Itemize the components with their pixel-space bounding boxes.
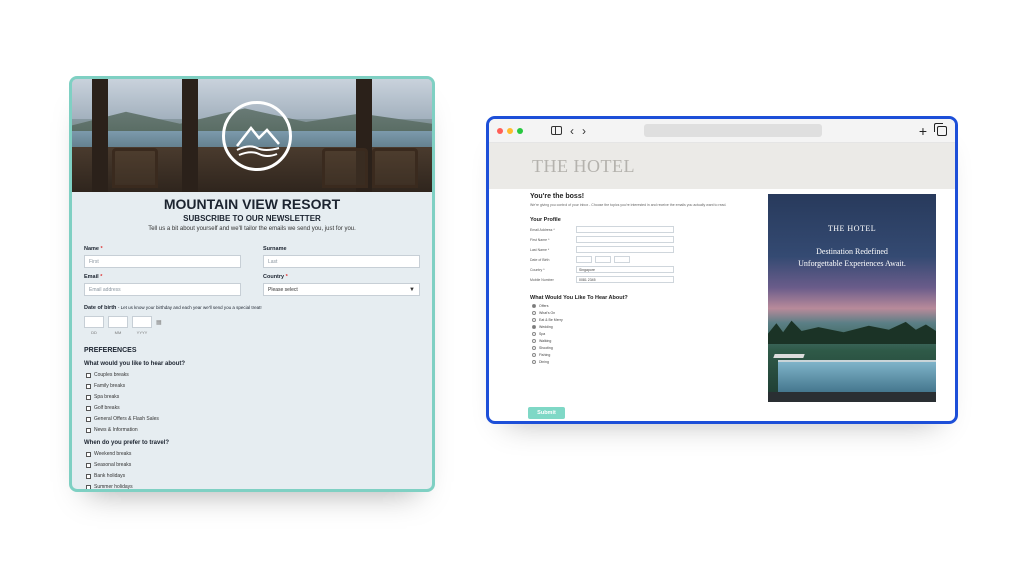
dob-label: Date of Birth bbox=[530, 257, 550, 262]
dob-day-input[interactable] bbox=[576, 256, 592, 263]
dob-row: Date of Birth bbox=[530, 256, 730, 263]
hero-image bbox=[72, 79, 432, 192]
preferences-form: You're the boss! We're giving you contro… bbox=[530, 193, 730, 364]
new-tab-button[interactable]: + bbox=[919, 123, 927, 139]
dob-hints: DD MM YYYY bbox=[84, 330, 420, 335]
dob-year-hint: YYYY bbox=[136, 330, 148, 335]
checkbox-couples-breaks[interactable]: Couples breaks bbox=[84, 372, 420, 378]
hear-options: Couples breaks Family breaks Spa breaks … bbox=[84, 372, 420, 433]
dob-day-input[interactable] bbox=[84, 316, 104, 328]
stage: MOUNTAIN VIEW RESORT SUBSCRIBE TO OUR NE… bbox=[0, 0, 1024, 576]
email-row: Email Address * bbox=[530, 226, 730, 233]
hear-options: Offers What's On Eat & Be Merry Wedding … bbox=[530, 304, 730, 364]
form-intro: We're giving you control of your inbox -… bbox=[530, 203, 727, 207]
mobile-input[interactable]: 0081 2345 bbox=[576, 276, 674, 283]
checkbox-summer-holidays[interactable]: Summer holidays bbox=[84, 484, 420, 489]
hotel-body: You're the boss! We're giving you contro… bbox=[489, 189, 955, 421]
travel-options: Weekend breaks Seasonal breaks Bank holi… bbox=[84, 451, 420, 489]
last-name-row: Last Name * bbox=[530, 246, 730, 253]
hotel-header: THE HOTEL bbox=[489, 143, 955, 189]
promo-subheadline: Unforgettable Experiences Await. bbox=[798, 259, 906, 268]
checkbox-seasonal-breaks[interactable]: Seasonal breaks bbox=[84, 462, 420, 468]
option-offers[interactable]: Offers bbox=[530, 304, 730, 308]
option-spa[interactable]: Spa bbox=[530, 332, 730, 336]
checkbox-family-breaks[interactable]: Family breaks bbox=[84, 383, 420, 389]
email-field[interactable]: Email address bbox=[84, 283, 241, 296]
option-whats-on[interactable]: What's On bbox=[530, 311, 730, 315]
option-walking[interactable]: Walking bbox=[530, 339, 730, 343]
last-name-input[interactable] bbox=[576, 246, 674, 253]
newsletter-form: Name * First Surname Last Email * Email … bbox=[72, 232, 432, 489]
option-fishing[interactable]: Fishing bbox=[530, 353, 730, 357]
profile-heading: Your Profile bbox=[530, 217, 561, 223]
hear-question: What would you like to hear about? bbox=[84, 361, 186, 367]
promo-brand: THE HOTEL bbox=[827, 224, 877, 233]
preferences-heading: PREFERENCES bbox=[84, 347, 137, 354]
checkbox-bank-holidays[interactable]: Bank holidays bbox=[84, 473, 420, 479]
country-select-value: Please select bbox=[268, 287, 298, 293]
calendar-icon[interactable]: ▦ bbox=[156, 319, 162, 326]
forward-button[interactable]: › bbox=[582, 125, 586, 137]
checkbox-spa-breaks[interactable]: Spa breaks bbox=[84, 394, 420, 400]
mountain-logo-icon bbox=[222, 101, 292, 171]
mountain-view-form-card: MOUNTAIN VIEW RESORT SUBSCRIBE TO OUR NE… bbox=[69, 76, 435, 492]
back-button[interactable]: ‹ bbox=[570, 125, 574, 137]
dob-year-input[interactable] bbox=[614, 256, 630, 263]
dob-inputs: ▦ bbox=[84, 316, 420, 328]
email-label: Email Address * bbox=[530, 227, 555, 232]
dob-month-hint: MM bbox=[114, 330, 122, 335]
last-name-label: Last Name * bbox=[530, 247, 550, 252]
option-wedding[interactable]: Wedding bbox=[530, 325, 730, 329]
chevron-down-icon: ▼ bbox=[409, 287, 415, 293]
hotel-logo: THE HOTEL bbox=[532, 155, 635, 176]
mobile-label: Mobile Number bbox=[530, 277, 554, 282]
promo-headline: Destination Redefined bbox=[816, 247, 888, 256]
browser-toolbar: ‹ › + bbox=[489, 119, 955, 143]
name-label: Name * bbox=[84, 246, 103, 252]
country-label: Country * bbox=[530, 267, 545, 272]
submit-button[interactable]: Submit bbox=[528, 407, 565, 419]
maximize-window-button[interactable] bbox=[517, 127, 523, 134]
surname-label: Surname bbox=[263, 246, 287, 252]
country-select[interactable]: Singapore bbox=[576, 266, 674, 273]
option-eat-be-merry[interactable]: Eat & Be Merry bbox=[530, 318, 730, 322]
first-name-label: First Name * bbox=[530, 237, 550, 242]
travel-question: When do you prefer to travel? bbox=[84, 440, 170, 446]
close-window-button[interactable] bbox=[497, 127, 503, 134]
page-title: MOUNTAIN VIEW RESORT bbox=[163, 196, 341, 212]
page-subtitle: SUBSCRIBE TO OUR NEWSLETTER bbox=[183, 214, 321, 223]
first-name-row: First Name * bbox=[530, 236, 730, 243]
checkbox-news-information[interactable]: News & Information bbox=[84, 427, 420, 433]
option-dining[interactable]: Dining bbox=[530, 360, 730, 364]
checkbox-golf-breaks[interactable]: Golf breaks bbox=[84, 405, 420, 411]
country-row: Country * Singapore bbox=[530, 266, 730, 273]
dob-month-input[interactable] bbox=[595, 256, 611, 263]
dob-year-input[interactable] bbox=[132, 316, 152, 328]
form-heading: You're the boss! bbox=[530, 193, 585, 200]
checkbox-general-offers[interactable]: General Offers & Flash Sales bbox=[84, 416, 420, 422]
first-name-input[interactable]: First bbox=[84, 255, 241, 268]
minimize-window-button[interactable] bbox=[507, 127, 513, 134]
dob-label: Date of birth - Let us know your birthda… bbox=[84, 305, 262, 311]
sidebar-toggle-icon[interactable] bbox=[551, 126, 562, 135]
mobile-row: Mobile Number 0081 2345 bbox=[530, 276, 730, 283]
dob-month-input[interactable] bbox=[108, 316, 128, 328]
first-name-input[interactable] bbox=[576, 236, 674, 243]
email-label: Email * bbox=[84, 274, 103, 280]
promo-image: THE HOTEL Destination Redefined Unforget… bbox=[768, 194, 936, 402]
country-label: Country * bbox=[263, 274, 288, 280]
browser-window: ‹ › + THE HOTEL You're the boss! We're g… bbox=[486, 116, 958, 424]
hear-heading: What Would You Like To Hear About? bbox=[530, 295, 628, 301]
checkbox-weekend-breaks[interactable]: Weekend breaks bbox=[84, 451, 420, 457]
option-shooting[interactable]: Shooting bbox=[530, 346, 730, 350]
country-select[interactable]: Please select ▼ bbox=[263, 283, 420, 296]
surname-input[interactable]: Last bbox=[263, 255, 420, 268]
address-bar[interactable] bbox=[644, 124, 822, 137]
tab-overview-icon[interactable] bbox=[934, 122, 947, 136]
dob-day-hint: DD bbox=[91, 330, 97, 335]
email-field[interactable] bbox=[576, 226, 674, 233]
